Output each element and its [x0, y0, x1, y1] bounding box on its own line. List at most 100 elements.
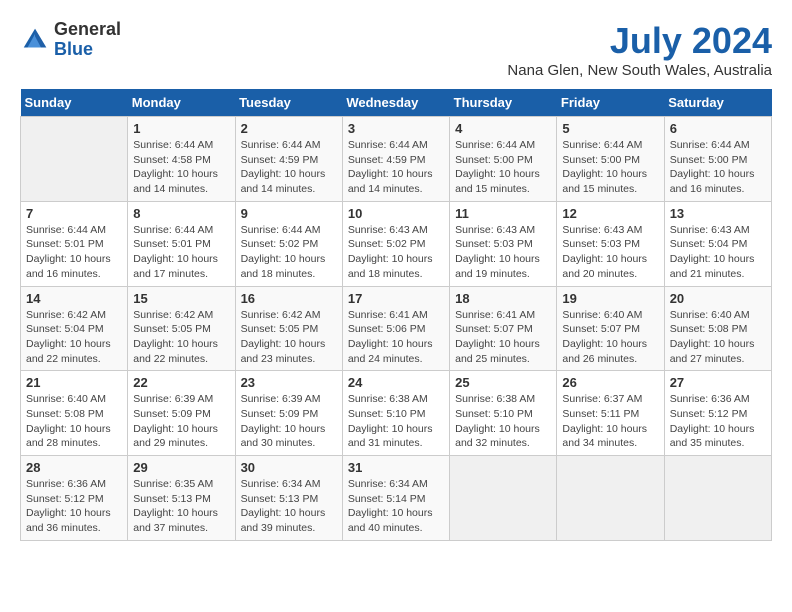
day-number: 1	[133, 121, 229, 136]
calendar-cell: 16Sunrise: 6:42 AM Sunset: 5:05 PM Dayli…	[235, 286, 342, 371]
calendar-cell: 15 Sunrise: 6:42 AM Sunset: 5:05 PM Dayli…	[128, 286, 235, 371]
day-info: Sunrise: 6:41 AM Sunset: 5:06 PM Dayligh…	[348, 308, 444, 367]
day-number: 8	[133, 206, 229, 221]
day-number: 25	[455, 375, 551, 390]
day-number: 20	[670, 291, 766, 306]
day-info: Sunrise: 6:37 AM Sunset: 5:11 PM Dayligh…	[562, 392, 658, 451]
calendar-cell: 10Sunrise: 6:43 AM Sunset: 5:02 PM Dayli…	[342, 201, 449, 286]
day-info: Sunrise: 6:43 AM Sunset: 5:02 PM Dayligh…	[348, 223, 444, 282]
calendar-cell: 7Sunrise: 6:44 AM Sunset: 5:01 PM Daylig…	[21, 201, 128, 286]
day-info: Sunrise: 6:44 AM Sunset: 4:59 PM Dayligh…	[348, 138, 444, 197]
calendar-cell: 19 Sunrise: 6:40 AM Sunset: 5:07 PM Dayli…	[557, 286, 664, 371]
calendar-cell: 30 Sunrise: 6:34 AM Sunset: 5:13 PM Dayli…	[235, 456, 342, 541]
weekday-header-wednesday: Wednesday	[342, 89, 449, 117]
day-info: Sunrise: 6:41 AM Sunset: 5:07 PM Dayligh…	[455, 308, 551, 367]
week-row-2: 7Sunrise: 6:44 AM Sunset: 5:01 PM Daylig…	[21, 201, 772, 286]
day-info: Sunrise: 6:40 AM Sunset: 5:08 PM Dayligh…	[26, 392, 122, 451]
calendar-cell: 12Sunrise: 6:43 AM Sunset: 5:03 PM Dayli…	[557, 201, 664, 286]
day-info: Sunrise: 6:42 AM Sunset: 5:05 PM Dayligh…	[133, 308, 229, 367]
day-number: 17	[348, 291, 444, 306]
day-info: Sunrise: 6:40 AM Sunset: 5:08 PM Dayligh…	[670, 308, 766, 367]
calendar-cell: 9 Sunrise: 6:44 AM Sunset: 5:02 PM Daylig…	[235, 201, 342, 286]
day-number: 14	[26, 291, 122, 306]
location-title: Nana Glen, New South Wales, Australia	[507, 62, 772, 79]
calendar-cell: 17 Sunrise: 6:41 AM Sunset: 5:06 PM Dayli…	[342, 286, 449, 371]
day-info: Sunrise: 6:42 AM Sunset: 5:04 PM Dayligh…	[26, 308, 122, 367]
calendar-cell: 25Sunrise: 6:38 AM Sunset: 5:10 PM Dayli…	[450, 371, 557, 456]
day-number: 4	[455, 121, 551, 136]
weekday-header-saturday: Saturday	[664, 89, 771, 117]
day-info: Sunrise: 6:44 AM Sunset: 5:01 PM Dayligh…	[26, 223, 122, 282]
day-info: Sunrise: 6:38 AM Sunset: 5:10 PM Dayligh…	[348, 392, 444, 451]
calendar-cell: 3Sunrise: 6:44 AM Sunset: 4:59 PM Daylig…	[342, 117, 449, 202]
day-number: 9	[241, 206, 337, 221]
calendar-cell: 29 Sunrise: 6:35 AM Sunset: 5:13 PM Dayli…	[128, 456, 235, 541]
day-info: Sunrise: 6:35 AM Sunset: 5:13 PM Dayligh…	[133, 477, 229, 536]
week-row-3: 14 Sunrise: 6:42 AM Sunset: 5:04 PM Dayli…	[21, 286, 772, 371]
calendar-cell	[557, 456, 664, 541]
calendar-cell: 11 Sunrise: 6:43 AM Sunset: 5:03 PM Dayli…	[450, 201, 557, 286]
day-info: Sunrise: 6:42 AM Sunset: 5:05 PM Dayligh…	[241, 308, 337, 367]
month-title: July 2024	[507, 20, 772, 62]
day-info: Sunrise: 6:44 AM Sunset: 5:02 PM Dayligh…	[241, 223, 337, 282]
day-number: 21	[26, 375, 122, 390]
page-header: General Blue July 2024 Nana Glen, New So…	[20, 20, 772, 79]
day-info: Sunrise: 6:39 AM Sunset: 5:09 PM Dayligh…	[133, 392, 229, 451]
day-info: Sunrise: 6:40 AM Sunset: 5:07 PM Dayligh…	[562, 308, 658, 367]
calendar-cell: 20 Sunrise: 6:40 AM Sunset: 5:08 PM Dayli…	[664, 286, 771, 371]
day-number: 27	[670, 375, 766, 390]
calendar-cell: 5Sunrise: 6:44 AM Sunset: 5:00 PM Daylig…	[557, 117, 664, 202]
day-info: Sunrise: 6:44 AM Sunset: 5:00 PM Dayligh…	[562, 138, 658, 197]
calendar-cell	[21, 117, 128, 202]
logo-blue-text: Blue	[54, 39, 93, 59]
weekday-header-row: SundayMondayTuesdayWednesdayThursdayFrid…	[21, 89, 772, 117]
calendar-cell	[664, 456, 771, 541]
calendar-cell: 4Sunrise: 6:44 AM Sunset: 5:00 PM Daylig…	[450, 117, 557, 202]
day-info: Sunrise: 6:34 AM Sunset: 5:13 PM Dayligh…	[241, 477, 337, 536]
calendar-cell: 28 Sunrise: 6:36 AM Sunset: 5:12 PM Dayli…	[21, 456, 128, 541]
day-number: 31	[348, 460, 444, 475]
day-number: 19	[562, 291, 658, 306]
calendar-cell: 14 Sunrise: 6:42 AM Sunset: 5:04 PM Dayli…	[21, 286, 128, 371]
weekday-header-tuesday: Tuesday	[235, 89, 342, 117]
calendar-cell: 22 Sunrise: 6:39 AM Sunset: 5:09 PM Dayli…	[128, 371, 235, 456]
day-info: Sunrise: 6:34 AM Sunset: 5:14 PM Dayligh…	[348, 477, 444, 536]
day-number: 11	[455, 206, 551, 221]
day-number: 30	[241, 460, 337, 475]
day-number: 26	[562, 375, 658, 390]
week-row-4: 21 Sunrise: 6:40 AM Sunset: 5:08 PM Dayli…	[21, 371, 772, 456]
calendar-cell: 18 Sunrise: 6:41 AM Sunset: 5:07 PM Dayli…	[450, 286, 557, 371]
calendar-cell: 2 Sunrise: 6:44 AM Sunset: 4:59 PM Daylig…	[235, 117, 342, 202]
calendar-cell: 1 Sunrise: 6:44 AM Sunset: 4:58 PM Daylig…	[128, 117, 235, 202]
logo-icon	[20, 25, 50, 55]
week-row-1: 1 Sunrise: 6:44 AM Sunset: 4:58 PM Daylig…	[21, 117, 772, 202]
weekday-header-friday: Friday	[557, 89, 664, 117]
day-number: 2	[241, 121, 337, 136]
calendar-cell: 27 Sunrise: 6:36 AM Sunset: 5:12 PM Dayli…	[664, 371, 771, 456]
week-row-5: 28 Sunrise: 6:36 AM Sunset: 5:12 PM Dayli…	[21, 456, 772, 541]
day-number: 23	[241, 375, 337, 390]
weekday-header-monday: Monday	[128, 89, 235, 117]
day-number: 28	[26, 460, 122, 475]
day-number: 22	[133, 375, 229, 390]
calendar-cell: 31 Sunrise: 6:34 AM Sunset: 5:14 PM Dayli…	[342, 456, 449, 541]
day-info: Sunrise: 6:43 AM Sunset: 5:03 PM Dayligh…	[455, 223, 551, 282]
weekday-header-sunday: Sunday	[21, 89, 128, 117]
day-number: 29	[133, 460, 229, 475]
title-block: July 2024 Nana Glen, New South Wales, Au…	[507, 20, 772, 79]
calendar-cell: 24 Sunrise: 6:38 AM Sunset: 5:10 PM Dayli…	[342, 371, 449, 456]
day-info: Sunrise: 6:36 AM Sunset: 5:12 PM Dayligh…	[670, 392, 766, 451]
day-info: Sunrise: 6:36 AM Sunset: 5:12 PM Dayligh…	[26, 477, 122, 536]
day-number: 12	[562, 206, 658, 221]
day-info: Sunrise: 6:44 AM Sunset: 4:59 PM Dayligh…	[241, 138, 337, 197]
day-info: Sunrise: 6:44 AM Sunset: 5:01 PM Dayligh…	[133, 223, 229, 282]
calendar-cell: 21 Sunrise: 6:40 AM Sunset: 5:08 PM Dayli…	[21, 371, 128, 456]
day-number: 15	[133, 291, 229, 306]
day-info: Sunrise: 6:44 AM Sunset: 5:00 PM Dayligh…	[670, 138, 766, 197]
day-number: 18	[455, 291, 551, 306]
day-number: 24	[348, 375, 444, 390]
day-info: Sunrise: 6:44 AM Sunset: 4:58 PM Dayligh…	[133, 138, 229, 197]
calendar-cell: 13Sunrise: 6:43 AM Sunset: 5:04 PM Dayli…	[664, 201, 771, 286]
calendar-cell: 23Sunrise: 6:39 AM Sunset: 5:09 PM Dayli…	[235, 371, 342, 456]
calendar-cell: 8 Sunrise: 6:44 AM Sunset: 5:01 PM Daylig…	[128, 201, 235, 286]
